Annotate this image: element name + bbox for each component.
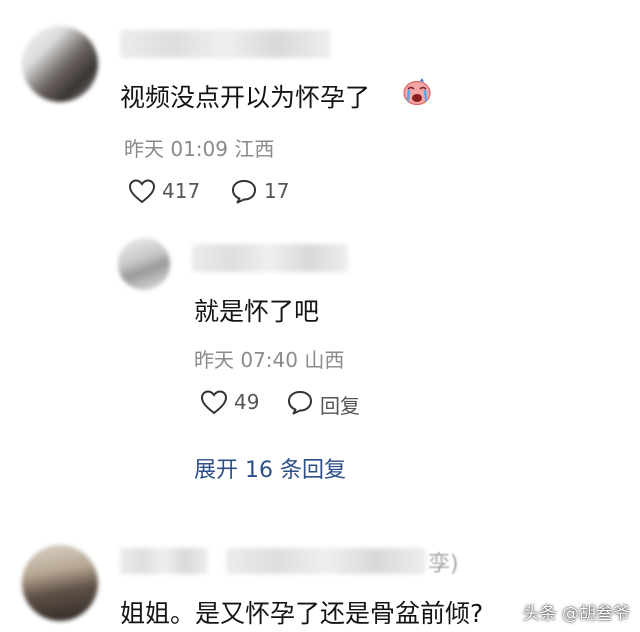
comment-date: 昨天 01:09 bbox=[124, 137, 228, 161]
watermark: 头条 @胡叁爷 bbox=[522, 604, 630, 624]
user-avatar[interactable] bbox=[22, 545, 98, 621]
user-avatar[interactable] bbox=[118, 238, 170, 290]
username-blurred[interactable] bbox=[226, 548, 426, 574]
crying-face-emoji-icon bbox=[402, 76, 432, 106]
reply-button[interactable]: 回复 bbox=[320, 390, 360, 419]
username-blurred[interactable] bbox=[120, 30, 330, 58]
like-count: 49 bbox=[234, 390, 260, 414]
expand-replies-link[interactable]: 展开 16 条回复 bbox=[194, 452, 346, 484]
reply-bubble-icon[interactable] bbox=[286, 389, 314, 415]
reply-text: 就是怀了吧 bbox=[194, 297, 320, 326]
username-tail: 孪) bbox=[428, 552, 459, 577]
user-avatar[interactable] bbox=[22, 26, 98, 102]
reply-location: 山西 bbox=[304, 348, 345, 372]
comment-location: 江西 bbox=[234, 137, 275, 161]
reply-timestamp: 昨天 07:40 山西 bbox=[194, 344, 344, 373]
like-heart-icon[interactable] bbox=[128, 178, 156, 204]
reply-count: 17 bbox=[264, 179, 290, 203]
comment-text: 姐姐。是又怀孕了还是骨盆前倾? bbox=[120, 599, 484, 628]
username-blurred[interactable] bbox=[192, 244, 348, 272]
like-count: 417 bbox=[162, 179, 201, 203]
comment-text: 视频没点开以为怀孕了 bbox=[120, 83, 371, 112]
reply-date: 昨天 07:40 bbox=[194, 348, 298, 372]
like-heart-icon[interactable] bbox=[200, 389, 228, 415]
comment-bubble-icon[interactable] bbox=[230, 178, 258, 204]
comment-timestamp: 昨天 01:09 江西 bbox=[124, 133, 274, 162]
username-blurred[interactable] bbox=[120, 548, 208, 574]
